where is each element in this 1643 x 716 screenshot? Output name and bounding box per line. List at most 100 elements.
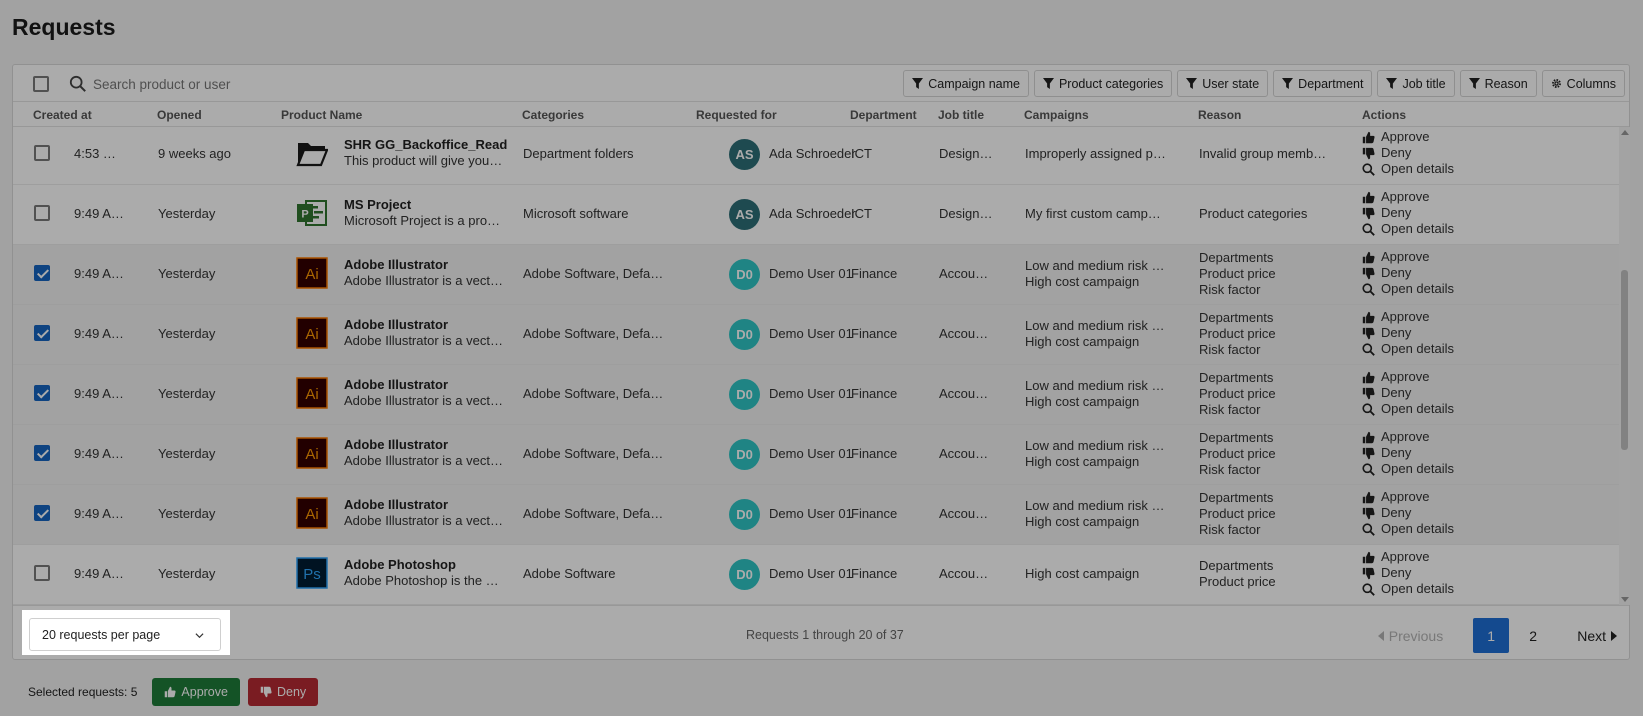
table-footer: 20 requests per page Requests 1 through … [13,605,1629,661]
filter-department-button[interactable]: Department [1273,70,1373,97]
open-details-label: Open details [1381,401,1454,416]
open-details-label: Open details [1381,521,1454,536]
selected-count: Selected requests: 5 [28,685,138,699]
deny-link[interactable]: Deny [1362,205,1454,221]
filter-label: Product categories [1058,76,1164,91]
select-all-checkbox[interactable] [33,76,49,92]
previous-page-button[interactable]: Previous [1377,628,1443,644]
opened: 9 weeks ago [158,146,231,161]
table-body: 4:53 P… 9 weeks ago SHR GG_Backoffice_Read… [13,127,1619,605]
open-details-link[interactable]: Open details [1362,401,1454,417]
column-job-title[interactable]: Job title [938,108,984,122]
deny-link[interactable]: Deny [1362,325,1454,341]
approve-link[interactable]: Approve [1362,489,1454,505]
product-name[interactable]: Adobe Illustrator [344,317,448,332]
row-checkbox[interactable] [34,445,50,461]
deny-link[interactable]: Deny [1362,445,1454,461]
approve-link[interactable]: Approve [1362,429,1454,445]
department: ICT [851,206,872,221]
thumbs-up-icon [1362,431,1375,444]
columns-button[interactable]: Columns [1541,70,1625,97]
approve-link[interactable]: Approve [1362,129,1454,145]
next-page-button[interactable]: Next [1577,628,1617,644]
column-department[interactable]: Department [850,108,917,122]
page-1-button[interactable]: 1 [1473,618,1510,653]
created-at: 9:49 A… [74,386,124,401]
product-name[interactable]: SHR GG_Backoffice_Read [344,137,507,152]
row-checkbox[interactable] [34,205,50,221]
table-row[interactable]: 9:49 A… Yesterday Ai Adobe Illustrator Adobe… [13,245,1619,305]
filter-user-state-button[interactable]: User state [1177,70,1269,97]
open-details-link[interactable]: Open details [1362,221,1454,237]
filter-campaign-name-button[interactable]: Campaign name [903,70,1029,97]
approve-link[interactable]: Approve [1362,189,1454,205]
reason-item: Product price [1199,446,1276,461]
table-row[interactable]: 9:49 A… Yesterday Ai Adobe Illustrator Adobe… [13,365,1619,425]
scroll-up-arrow-icon[interactable] [1621,130,1629,135]
open-details-link[interactable]: Open details [1362,161,1454,177]
approve-link[interactable]: Approve [1362,549,1454,565]
avatar: D0 [729,439,760,470]
row-actions: Approve Deny Open details [1362,309,1454,357]
column-created-at[interactable]: Created at [33,108,92,122]
reason-item: Product price [1199,574,1276,589]
row-checkbox[interactable] [34,385,50,401]
scroll-thumb[interactable] [1621,270,1628,450]
reason-item: Invalid group memb… [1199,146,1327,161]
row-checkbox[interactable] [34,505,50,521]
column-categories[interactable]: Categories [522,108,584,122]
approve-link[interactable]: Approve [1362,249,1454,265]
column-campaigns[interactable]: Campaigns [1024,108,1089,122]
filter-reason-button[interactable]: Reason [1459,70,1537,97]
column-reason[interactable]: Reason [1198,108,1241,122]
svg-text:Ai: Ai [305,266,318,283]
product-name[interactable]: MS Project [344,197,411,212]
open-details-link[interactable]: Open details [1362,461,1454,477]
row-checkbox[interactable] [34,265,50,281]
table-row[interactable]: 9:49 A… Yesterday Ai Adobe Illustrator Adobe… [13,485,1619,545]
open-details-link[interactable]: Open details [1362,581,1454,597]
gear-icon [1551,78,1562,89]
column-opened[interactable]: Opened [157,108,202,122]
approve-link[interactable]: Approve [1362,309,1454,325]
table-row[interactable]: 9:49 A… Yesterday Ai Adobe Illustrator Adobe… [13,425,1619,485]
filter-product-categories-button[interactable]: Product categories [1033,70,1173,97]
product-name[interactable]: Adobe Illustrator [344,497,448,512]
column-product-name[interactable]: Product Name [281,108,362,122]
row-checkbox[interactable] [34,565,50,581]
page-2-button[interactable]: 2 [1515,618,1551,653]
product-description: This product will give you… [344,153,503,168]
table-row[interactable]: 9:49 A… Yesterday Ps Adobe Photoshop Adobe P… [13,545,1619,605]
column-requested-for[interactable]: Requested for [696,108,777,122]
scroll-down-arrow-icon[interactable] [1621,597,1629,602]
reason-item: Departments [1199,558,1274,573]
product-name[interactable]: Adobe Illustrator [344,437,448,452]
deny-link[interactable]: Deny [1362,565,1454,581]
deny-label: Deny [1381,325,1412,340]
open-details-link[interactable]: Open details [1362,281,1454,297]
bulk-deny-button[interactable]: Deny [247,678,319,706]
search-input[interactable] [93,73,593,95]
product-name[interactable]: Adobe Illustrator [344,257,448,272]
row-actions: Approve Deny Open details [1362,429,1454,477]
open-details-link[interactable]: Open details [1362,521,1454,537]
approve-link[interactable]: Approve [1362,369,1454,385]
campaigns-cell: My first custom camp… [1025,206,1185,222]
filter-job-title-button[interactable]: Job title [1377,70,1455,97]
table-row[interactable]: 9:49 A… Yesterday Ai Adobe Illustrator Adobe… [13,305,1619,365]
table-scrollbar[interactable] [1619,127,1630,605]
table-row[interactable]: 9:49 A… Yesterday P MS Project Microsoft Pro… [13,185,1619,245]
deny-link[interactable]: Deny [1362,145,1454,161]
deny-link[interactable]: Deny [1362,505,1454,521]
deny-link[interactable]: Deny [1362,385,1454,401]
row-actions: Approve Deny Open details [1362,129,1454,177]
bulk-approve-button[interactable]: Approve [152,678,240,706]
thumbs-down-icon [1362,387,1375,400]
table-row[interactable]: 4:53 P… 9 weeks ago SHR GG_Backoffice_Read… [13,127,1619,185]
product-name[interactable]: Adobe Illustrator [344,377,448,392]
product-name[interactable]: Adobe Photoshop [344,557,456,572]
deny-link[interactable]: Deny [1362,265,1454,281]
open-details-link[interactable]: Open details [1362,341,1454,357]
row-checkbox[interactable] [34,325,50,341]
row-checkbox[interactable] [34,145,50,161]
